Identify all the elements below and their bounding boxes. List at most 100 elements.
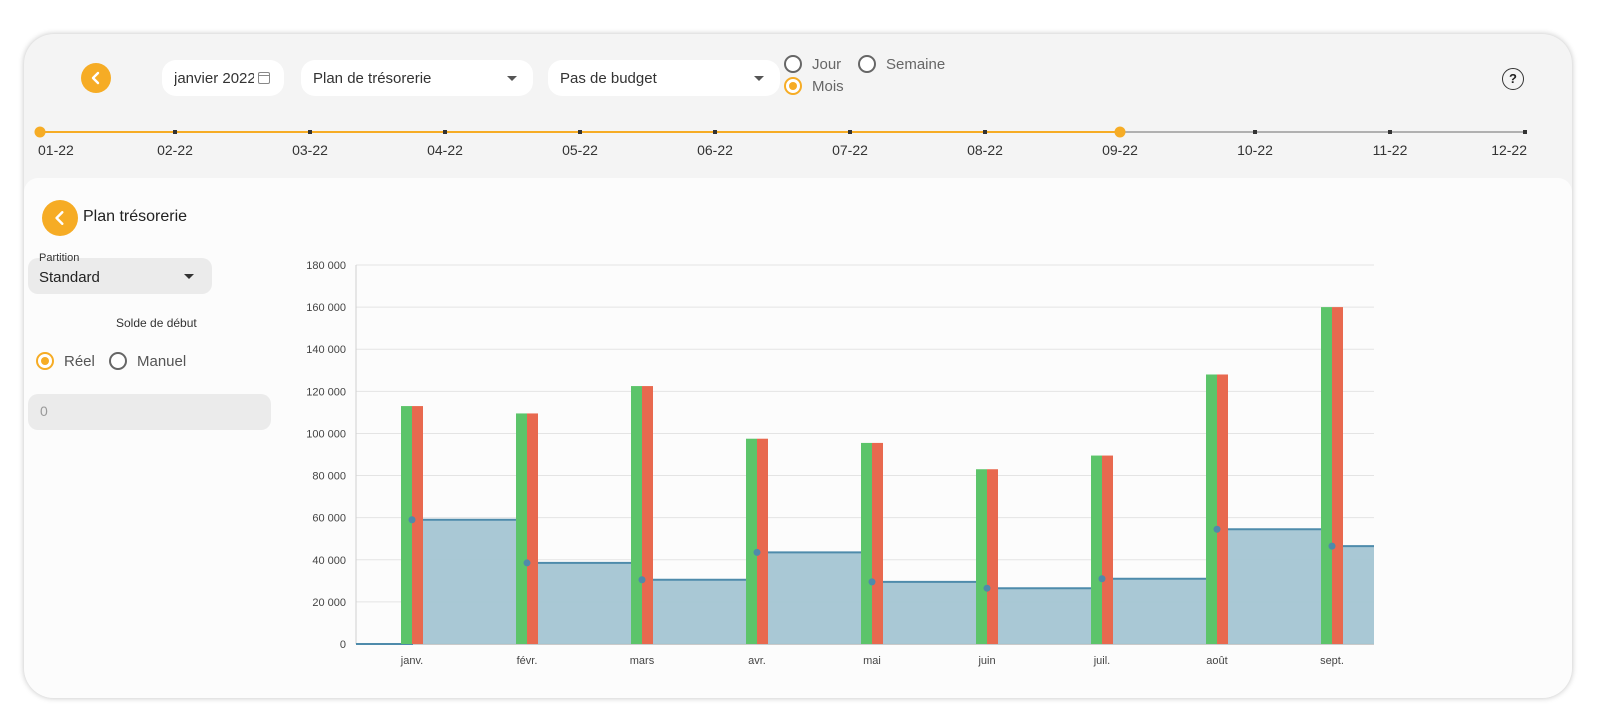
income-bar[interactable] — [1091, 455, 1102, 644]
timeline-tick[interactable] — [308, 130, 312, 134]
timeline-tick[interactable] — [983, 130, 987, 134]
radio-jour[interactable]: Jour — [784, 55, 841, 73]
back-button[interactable] — [81, 63, 111, 93]
balance-point[interactable] — [868, 578, 876, 586]
income-bar[interactable] — [976, 469, 987, 644]
plan-select[interactable]: Plan de trésorerie — [301, 60, 533, 96]
radio-reel-dot[interactable] — [36, 352, 54, 370]
y-tick-label: 20 000 — [312, 597, 346, 609]
y-tick-label: 160 000 — [306, 302, 346, 314]
radio-reel-label: Réel — [64, 352, 95, 370]
radio-jour-dot[interactable] — [784, 55, 802, 73]
panel-back-button[interactable] — [42, 200, 78, 236]
radio-jour-label: Jour — [812, 55, 842, 73]
calendar-icon[interactable] — [258, 72, 270, 84]
balance-point[interactable] — [1098, 575, 1106, 583]
radio-semaine-label: Semaine — [886, 55, 946, 73]
income-bar[interactable] — [746, 438, 757, 644]
y-tick-label: 0 — [340, 639, 346, 651]
x-tick-label: juin — [977, 655, 995, 667]
radio-semaine[interactable]: Semaine — [858, 55, 945, 73]
timeline-label[interactable]: 02-22 — [157, 142, 193, 158]
timeline-label[interactable]: 04-22 — [427, 142, 463, 158]
timeline-label[interactable]: 03-22 — [292, 142, 328, 158]
balance-point[interactable] — [753, 548, 761, 556]
chevron-down-icon — [754, 76, 764, 81]
date-picker[interactable]: janvier 2022 — [162, 60, 284, 96]
balance-point[interactable] — [1213, 525, 1221, 533]
app-window: janvier 2022 Plan de trésorerie Pas de b… — [24, 34, 1572, 698]
chevron-down-icon — [507, 76, 517, 81]
income-bar[interactable] — [631, 386, 642, 644]
timeline-label[interactable]: 10-22 — [1237, 142, 1273, 158]
radio-reel[interactable]: Réel — [36, 352, 95, 370]
balance-point[interactable] — [523, 559, 531, 567]
balance-point[interactable] — [638, 576, 646, 584]
timeline-label[interactable]: 09-22 — [1102, 142, 1138, 158]
timeline-label[interactable]: 12-22 — [1491, 142, 1527, 158]
y-tick-label: 120 000 — [306, 386, 346, 398]
help-button[interactable]: ? — [1502, 68, 1524, 90]
timeline-tick[interactable] — [578, 130, 582, 134]
timeline-start-handle[interactable] — [34, 126, 46, 138]
radio-manuel[interactable]: Manuel — [109, 352, 186, 370]
expense-bar[interactable] — [642, 386, 653, 644]
expense-bar[interactable] — [1102, 455, 1113, 644]
timeline-tick[interactable] — [443, 130, 447, 134]
expense-bar[interactable] — [1217, 374, 1228, 644]
treasury-panel: Plan trésorerie Partition Standard Solde… — [24, 178, 1572, 698]
timeline-label[interactable]: 07-22 — [832, 142, 868, 158]
income-bar[interactable] — [401, 406, 412, 644]
timeline-tick[interactable] — [173, 130, 177, 134]
timeline-tick[interactable] — [1253, 130, 1257, 134]
timeline-tick[interactable] — [1523, 130, 1527, 134]
partition-value: Standard — [39, 269, 100, 286]
radio-mois-label: Mois — [812, 77, 844, 95]
income-bar[interactable] — [861, 442, 872, 644]
timeline-tick[interactable] — [848, 130, 852, 134]
y-tick-label: 100 000 — [306, 428, 346, 440]
timeline-end-handle[interactable] — [1114, 126, 1126, 138]
timeline-label[interactable]: 05-22 — [562, 142, 598, 158]
treasury-chart: 0 20 000 40 000 60 000 80 000 100 000 120 000 1… — [306, 260, 1374, 667]
plan-select-value: Plan de trésorerie — [313, 69, 432, 87]
radio-mois[interactable]: Mois — [784, 77, 844, 95]
radio-semaine-dot[interactable] — [858, 55, 876, 73]
expense-bar[interactable] — [527, 413, 538, 644]
chevron-down-icon — [184, 274, 194, 279]
timeline-tick[interactable] — [1388, 130, 1392, 134]
radio-manuel-dot[interactable] — [109, 352, 127, 370]
balance-point[interactable] — [408, 516, 416, 524]
x-tick-label: avr. — [748, 655, 766, 667]
x-tick-label: sept. — [1320, 655, 1344, 667]
period-timeline[interactable]: 01-22 02-22 03-22 04-22 05-22 06-22 07-22 08-22… — [24, 122, 1572, 162]
balance-point[interactable] — [1328, 542, 1336, 550]
expense-bar[interactable] — [757, 438, 768, 644]
budget-select-value: Pas de budget — [560, 69, 657, 87]
radio-manuel-label: Manuel — [137, 352, 187, 370]
timeline-label[interactable]: 11-22 — [1373, 142, 1408, 158]
income-bar[interactable] — [516, 413, 527, 644]
radio-mois-dot[interactable] — [784, 77, 802, 95]
chevron-left-icon — [91, 71, 100, 85]
expense-bar[interactable] — [1332, 307, 1343, 644]
y-tick-label: 140 000 — [306, 344, 346, 356]
income-bar[interactable] — [1321, 307, 1332, 644]
income-bar[interactable] — [1206, 374, 1217, 644]
timeline-label[interactable]: 01-22 — [38, 142, 74, 158]
partition-select[interactable]: Partition Standard — [28, 252, 212, 294]
x-tick-label: janv. — [400, 655, 423, 667]
balance-point[interactable] — [983, 584, 991, 592]
timeline-label[interactable]: 06-22 — [697, 142, 733, 158]
expense-bar[interactable] — [872, 442, 883, 644]
expense-bar[interactable] — [987, 469, 998, 644]
budget-select[interactable]: Pas de budget — [548, 60, 780, 96]
x-tick-label: juil. — [1093, 655, 1111, 667]
y-tick-label: 180 000 — [306, 260, 346, 272]
timeline-tick[interactable] — [713, 130, 717, 134]
expense-bar[interactable] — [412, 406, 423, 644]
solde-input[interactable]: 0 — [28, 394, 271, 430]
y-tick-label: 80 000 — [312, 471, 346, 483]
x-tick-label: mars — [630, 655, 655, 667]
timeline-label[interactable]: 08-22 — [967, 142, 1003, 158]
